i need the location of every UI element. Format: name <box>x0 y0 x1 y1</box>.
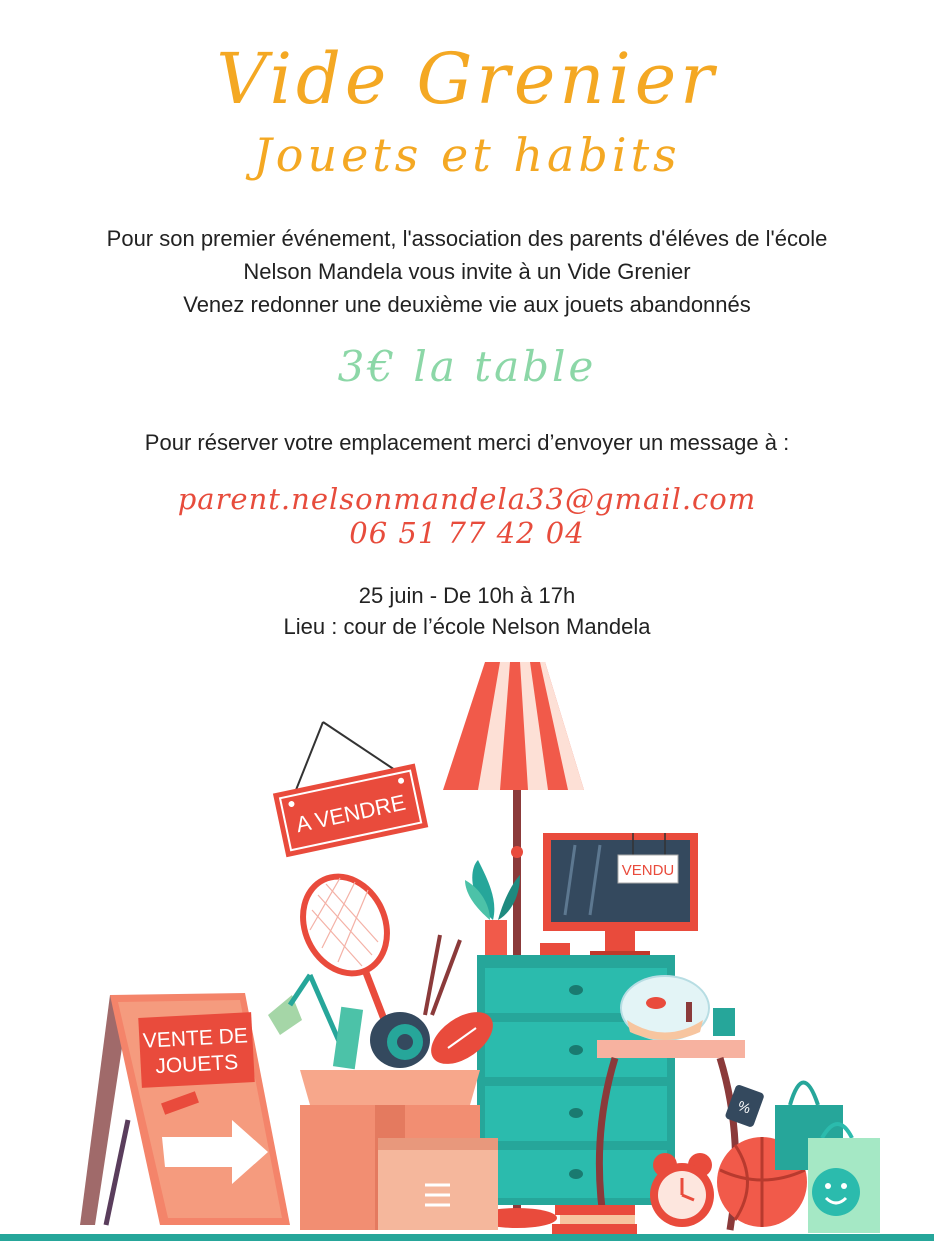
intro-line-2: Nelson Mandela vous invite à un Vide Gre… <box>243 259 691 284</box>
poster-subtitle: Jouets et habits <box>253 128 681 182</box>
tv-monitor: VENDU <box>543 833 698 959</box>
cardboard-boxes <box>300 1070 498 1230</box>
contact-email[interactable]: parent.nelsonmandela33@gmail.com <box>0 482 934 516</box>
smiley-icon <box>812 1168 860 1216</box>
poster-title: Vide Grenier <box>216 38 718 120</box>
contact-block: parent.nelsonmandela33@gmail.com 06 51 7… <box>0 482 934 550</box>
intro-line-3: Venez redonner une deuxième vie aux joue… <box>183 292 751 317</box>
board-line-2: JOUETS <box>155 1051 239 1078</box>
event-details: 25 juin - De 10h à 17h Lieu : cour de l’… <box>0 580 934 642</box>
reserve-instructions: Pour réserver votre emplacement merci d’… <box>144 430 790 455</box>
intro-line-1: Pour son premier événement, l'associatio… <box>106 226 828 251</box>
intro-text: Pour son premier événement, l'associatio… <box>0 222 934 321</box>
sandwich-board: VENTE DE JOUETS <box>80 993 290 1226</box>
potted-plant <box>465 860 520 955</box>
garage-sale-illustration: A VENDRE VENDU % VENTE DE JOUETS <box>0 662 934 1241</box>
sold-label: VENDU <box>622 862 675 879</box>
ground-line <box>0 1234 934 1241</box>
table-price: 3€ la table <box>337 342 597 391</box>
book-stack <box>552 1205 637 1234</box>
contact-phone[interactable]: 06 51 77 42 04 <box>0 516 934 550</box>
desk-lamp <box>268 973 364 1070</box>
for-sale-sign: A VENDRE <box>272 721 429 858</box>
event-date-time: 25 juin - De 10h à 17h <box>358 583 576 608</box>
alarm-clock <box>650 1153 714 1227</box>
event-location: Lieu : cour de l’école Nelson Mandela <box>283 614 651 639</box>
yoyo <box>370 1012 430 1068</box>
